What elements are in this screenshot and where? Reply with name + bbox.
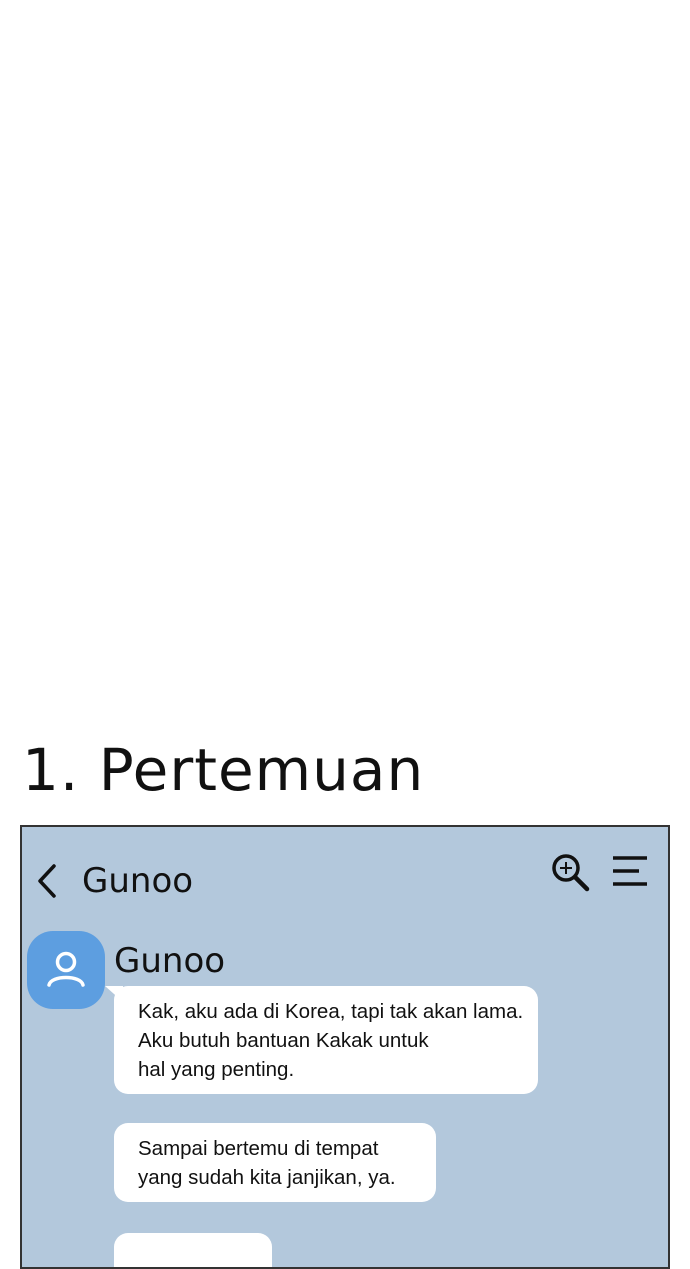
zoom-in-icon[interactable]: [550, 853, 592, 893]
person-icon: [47, 951, 85, 987]
message-line: Aku butuh bantuan Kakak untuk: [138, 1029, 429, 1052]
bubble-tail: [105, 986, 123, 1002]
message-bubble: Kak, aku ada di Korea, tapi tak akan lam…: [105, 986, 538, 1094]
avatar[interactable]: [27, 931, 105, 1009]
message-line: hal yang penting.: [138, 1058, 295, 1081]
sender-name: Gunoo: [114, 941, 226, 981]
chat-header: Gunoo: [22, 827, 668, 917]
chat-screen: Gunoo Gunoo Kak, aku ada di Korea, tapi: [20, 825, 670, 1269]
chat-header-title: Gunoo: [82, 861, 194, 901]
message-line: Sampai bertemu di tempat: [138, 1137, 379, 1160]
chapter-title: 1. Pertemuan: [22, 736, 425, 804]
message-line: yang sudah kita janjikan, ya.: [138, 1166, 396, 1189]
hamburger-menu-icon[interactable]: [612, 855, 648, 887]
message-bubble: [114, 1233, 272, 1267]
chevron-left-icon[interactable]: [34, 863, 60, 899]
message-line: Kak, aku ada di Korea, tapi tak akan lam…: [138, 1000, 524, 1023]
message-bubble: Sampai bertemu di tempat yang sudah kita…: [114, 1123, 436, 1202]
